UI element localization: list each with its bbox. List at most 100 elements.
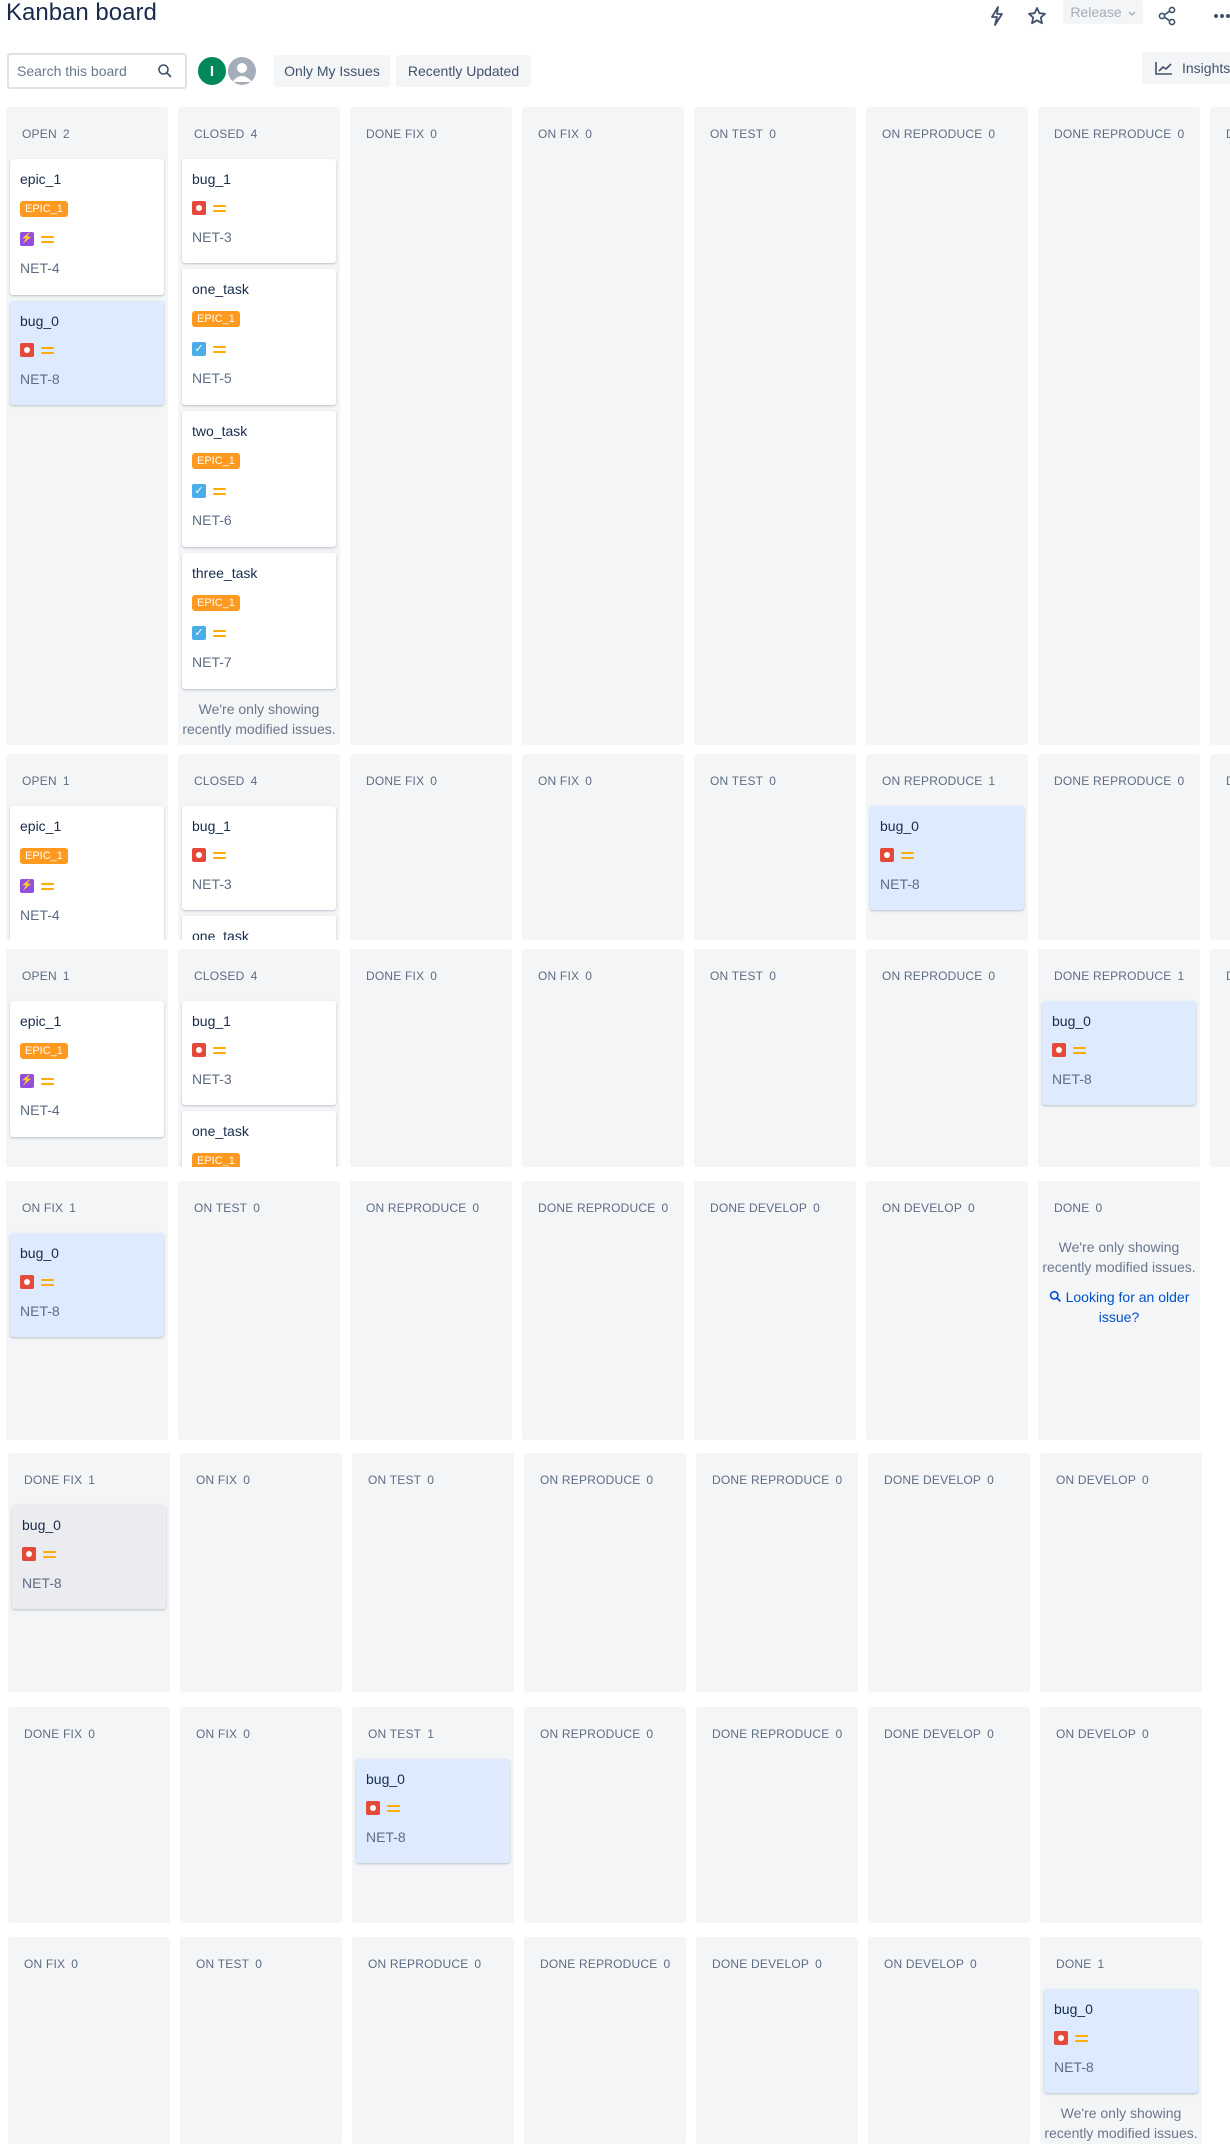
share-icon[interactable]	[1153, 4, 1181, 28]
column-header: ON FIX 0	[538, 969, 592, 983]
priority-medium-icon	[41, 234, 54, 244]
column-header: ON REPRODUCE 1	[882, 774, 995, 788]
column-header: CLOSED 4	[194, 969, 257, 983]
issue-title: one_task	[192, 1123, 249, 1139]
column-count: 0	[1177, 774, 1185, 788]
board-column: ON TEST 0	[694, 107, 856, 745]
board-column: DONE 1 bug_0 NET-8 We're only showing recent…	[1040, 1937, 1202, 2144]
column-count: 1	[62, 774, 70, 788]
board-section: OPEN 1 epic_1 EPIC_1 ⚡ NET-4 CLOSED 4 bug_1 NET-3…	[0, 754, 1230, 940]
column-count: 0	[769, 774, 777, 788]
board-column: ON REPRODUCE 0	[352, 1937, 514, 2144]
column-count: 0	[1177, 127, 1185, 141]
board-column: DONE FIX 0	[8, 1707, 170, 1923]
issue-card[interactable]: three_task EPIC_1 ✓ NET-7	[182, 553, 336, 689]
column-count: 0	[815, 1957, 822, 1971]
issue-card[interactable]: two_task EPIC_1 ✓ NET-6	[182, 411, 336, 547]
column-name: ON TEST	[194, 1201, 248, 1215]
column-count: 2	[62, 127, 70, 141]
board-column: ON FIX 0	[522, 949, 684, 1167]
board-section: OPEN 1 epic_1 EPIC_1 ⚡ NET-4 CLOSED 4 bug_1 NET-3…	[0, 949, 1230, 1167]
column-count: 0	[769, 969, 777, 983]
column-name: DONE REPRODUCE	[1054, 127, 1172, 141]
column-header: DONE DEVELOP 0	[884, 1727, 994, 1741]
board-column: DONE REPRODUCE 1 bug_0 NET-8	[1038, 949, 1200, 1167]
column-header: DONE DEVELOP 0	[710, 1201, 820, 1215]
lightning-icon[interactable]	[983, 4, 1011, 28]
issue-card[interactable]: bug_0 NET-8	[12, 1505, 166, 1609]
column-header: ON REPRODUCE 0	[540, 1727, 653, 1741]
issue-card[interactable]: bug_0 NET-8	[10, 301, 164, 405]
issue-title: bug_0	[366, 1771, 405, 1787]
column-header: ON FIX 0	[196, 1727, 250, 1741]
priority-medium-icon	[213, 486, 226, 496]
user-icon[interactable]	[226, 55, 258, 87]
avatar[interactable]: I	[196, 55, 228, 87]
task-checkbox-icon: ✓	[192, 626, 206, 640]
star-icon[interactable]	[1023, 4, 1051, 28]
issue-card[interactable]: one_taskEPIC_1✓NET-5	[182, 916, 336, 940]
search-input[interactable]	[9, 63, 157, 79]
issue-card[interactable]: bug_1 NET-3	[182, 1001, 336, 1105]
issue-card[interactable]: one_taskEPIC_1✓NET-5	[182, 1111, 336, 1167]
chart-line-icon	[1154, 60, 1174, 76]
issue-title: one_task	[192, 928, 249, 940]
insights-button[interactable]: Insights	[1142, 52, 1230, 84]
column-header: DONE 0	[1054, 1201, 1102, 1215]
column-name: ON FIX	[538, 127, 580, 141]
board-section: DONE FIX 0 ON FIX 0 ON TEST 1 bug_0 NET-8 ON REP…	[0, 1707, 1230, 1923]
older-issue-link[interactable]: Looking for an older issue?	[1042, 1287, 1196, 1327]
column-name: ON TEST	[368, 1473, 422, 1487]
issue-key: NET-6	[192, 512, 232, 528]
issue-key: NET-8	[20, 1303, 60, 1319]
issue-card[interactable]: bug_1 NET-3	[182, 159, 336, 263]
release-button[interactable]: Release	[1063, 0, 1143, 24]
column-header: OPEN 1	[22, 969, 70, 983]
task-checkbox-icon: ✓	[192, 484, 206, 498]
more-icon[interactable]	[1208, 4, 1230, 28]
board-column: DONE REPRODUCE 0	[696, 1453, 858, 1692]
search-icon[interactable]	[157, 63, 173, 79]
priority-medium-icon	[213, 850, 226, 860]
issue-title: three_task	[192, 565, 258, 581]
board-column: ON TEST 0	[694, 754, 856, 940]
issue-card[interactable]: one_taskEPIC_1✓NET-5	[182, 269, 336, 405]
issue-key: NET-8	[1052, 1071, 1092, 1087]
bug-icon	[20, 343, 34, 357]
board-column: ON TEST 0	[352, 1453, 514, 1692]
issue-card[interactable]: bug_0 NET-8	[10, 1233, 164, 1337]
column-header: ON FIX 1	[22, 1201, 76, 1215]
only-my-issues-filter[interactable]: Only My Issues	[274, 55, 390, 87]
column-name: ON DEVELOP	[1056, 1473, 1137, 1487]
issue-card[interactable]: bug_0 NET-8	[1042, 1001, 1196, 1105]
column-name: DONE DEVELOP	[710, 1201, 808, 1215]
priority-medium-icon	[1075, 2033, 1088, 2043]
epic-badge: EPIC_1	[192, 1153, 240, 1167]
issue-card[interactable]: bug_0 NET-8	[1044, 1989, 1198, 2093]
column-name: ON DEVELOP	[1056, 1727, 1137, 1741]
column-header: ON TEST 0	[710, 127, 776, 141]
column-header: ON DEVELOP 0	[1056, 1727, 1149, 1741]
issue-card[interactable]: bug_1 NET-3	[182, 806, 336, 910]
priority-medium-icon	[1073, 1045, 1086, 1055]
priority-medium-icon	[43, 1549, 56, 1559]
issue-card[interactable]: epic_1 EPIC_1 ⚡ NET-4	[10, 159, 164, 295]
column-name: CLOSED	[194, 774, 245, 788]
issue-card[interactable]: bug_0 NET-8	[356, 1759, 510, 1863]
column-count: 0	[661, 1201, 669, 1215]
issue-key: NET-4	[20, 907, 60, 923]
column-name: DONE FIX	[366, 127, 425, 141]
issue-card[interactable]: bug_0 NET-8	[870, 806, 1024, 910]
board-column: OPEN 1 epic_1 EPIC_1 ⚡ NET-4	[6, 949, 168, 1167]
column-name: ON FIX	[196, 1727, 238, 1741]
issue-card[interactable]: epic_1 EPIC_1 ⚡ NET-4	[10, 1001, 164, 1137]
column-count: 0	[835, 1473, 843, 1487]
column-count: 4	[250, 774, 258, 788]
priority-medium-icon	[41, 345, 54, 355]
issue-title: two_task	[192, 423, 248, 439]
issue-card[interactable]: epic_1 EPIC_1 ⚡ NET-4	[10, 806, 164, 940]
epic-badge: EPIC_1	[192, 311, 240, 327]
column-count: 0	[253, 1201, 261, 1215]
column-name: ON FIX	[22, 1201, 64, 1215]
recently-updated-filter[interactable]: Recently Updated	[396, 55, 531, 87]
